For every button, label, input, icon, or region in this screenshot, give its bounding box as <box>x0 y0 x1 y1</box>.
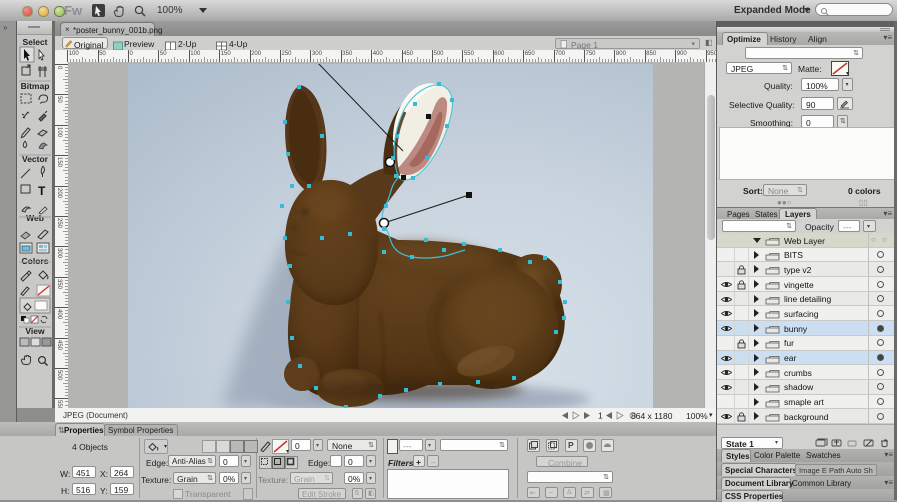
svg-text:Web: Web <box>26 213 44 223</box>
svg-text:Select: Select <box>22 37 47 47</box>
svg-text:T: T <box>38 184 46 198</box>
svg-text:Colors: Colors <box>22 256 49 266</box>
svg-text:1: 1 <box>598 411 603 420</box>
svg-text:Bitmap: Bitmap <box>21 81 50 91</box>
